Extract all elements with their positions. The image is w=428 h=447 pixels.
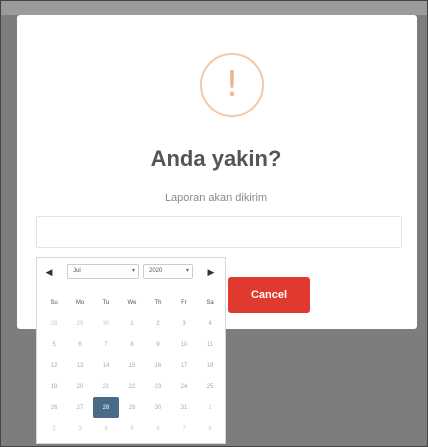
dialog-title: Anda yakin? — [150, 146, 282, 171]
calendar-day[interactable]: 6 — [145, 418, 171, 439]
calendar-day[interactable]: 30 — [145, 397, 171, 418]
weekday-label: Th — [154, 299, 162, 306]
weekday-label: Fr — [181, 299, 187, 306]
weekday-row: Su Mo Tu We Th Fr Sa — [41, 292, 223, 313]
calendar-day[interactable]: 28 — [41, 313, 67, 334]
calendar-day[interactable]: 29 — [119, 397, 145, 418]
cancel-button[interactable]: Cancel — [228, 277, 310, 313]
calendar-day[interactable]: 5 — [41, 334, 67, 355]
calendar-week: 2 3 4 5 6 7 8 — [41, 418, 223, 439]
calendar-day[interactable]: 30 — [93, 313, 119, 334]
calendar-day[interactable]: 23 — [145, 376, 171, 397]
calendar-day[interactable]: 9 — [145, 334, 171, 355]
weekday-label: We — [127, 299, 137, 306]
calendar-day[interactable]: 19 — [41, 376, 67, 397]
calendar-day[interactable]: 21 — [93, 376, 119, 397]
next-month-icon[interactable]: ▶ — [205, 265, 217, 279]
calendar-day[interactable]: 8 — [119, 334, 145, 355]
top-bar — [1, 1, 427, 15]
calendar-week: 12 13 14 15 16 17 18 — [41, 355, 223, 376]
date-picker: ◀ Jul ▾ 2020 ▾ ▶ Su Mo Tu We Th Fr Sa 28… — [36, 257, 226, 444]
calendar-week: 28 29 30 1 2 3 4 — [41, 313, 223, 334]
calendar-day[interactable]: 5 — [119, 418, 145, 439]
calendar-day[interactable]: 18 — [197, 355, 223, 376]
calendar-day[interactable]: 27 — [67, 397, 93, 418]
calendar-day[interactable]: 4 — [197, 313, 223, 334]
calendar-day[interactable]: 29 — [67, 313, 93, 334]
calendar-header: ◀ Jul ▾ 2020 ▾ ▶ — [37, 262, 225, 284]
calendar-day[interactable]: 26 — [41, 397, 67, 418]
calendar-day[interactable]: 13 — [67, 355, 93, 376]
calendar-day[interactable]: 15 — [119, 355, 145, 376]
month-select[interactable]: Jul ▾ — [67, 264, 139, 279]
weekday-label: Tu — [102, 299, 110, 306]
calendar-week: 19 20 21 22 23 24 25 — [41, 376, 223, 397]
page-backdrop: ! Anda yakin? Laporan akan dikirim Cance… — [0, 0, 428, 447]
prev-month-icon[interactable]: ◀ — [43, 265, 55, 279]
calendar-day[interactable]: 12 — [41, 355, 67, 376]
calendar-day[interactable]: 3 — [171, 313, 197, 334]
calendar-day[interactable]: 7 — [171, 418, 197, 439]
calendar-day[interactable]: 3 — [67, 418, 93, 439]
calendar-day[interactable]: 14 — [93, 355, 119, 376]
calendar-day[interactable]: 6 — [67, 334, 93, 355]
calendar-day[interactable]: 2 — [41, 418, 67, 439]
calendar-week: 26 27 28 29 30 31 1 — [41, 397, 223, 418]
warning-glyph: ! — [224, 64, 240, 105]
chevron-down-icon: ▾ — [131, 268, 135, 274]
calendar-day[interactable]: 25 — [197, 376, 223, 397]
year-value: 2020 — [149, 268, 163, 274]
calendar-day[interactable]: 7 — [93, 334, 119, 355]
month-value: Jul — [73, 268, 81, 274]
calendar-day[interactable]: 20 — [67, 376, 93, 397]
date-input[interactable] — [36, 216, 402, 248]
weekday-label: Su — [50, 299, 58, 306]
calendar-day[interactable]: 2 — [145, 313, 171, 334]
calendar-day[interactable]: 31 — [171, 397, 197, 418]
calendar-day[interactable]: 10 — [171, 334, 197, 355]
dialog-message: Laporan akan dikirim — [164, 192, 268, 204]
calendar-day[interactable]: 22 — [119, 376, 145, 397]
calendar-day-selected[interactable]: 28 — [93, 397, 119, 418]
calendar-day[interactable]: 1 — [197, 397, 223, 418]
calendar-day[interactable]: 16 — [145, 355, 171, 376]
calendar-day[interactable]: 8 — [197, 418, 223, 439]
calendar-day[interactable]: 17 — [171, 355, 197, 376]
calendar-day[interactable]: 24 — [171, 376, 197, 397]
weekday-label: Mo — [75, 299, 85, 306]
calendar-day[interactable]: 11 — [197, 334, 223, 355]
year-select[interactable]: 2020 ▾ — [143, 264, 193, 279]
calendar-week: 5 6 7 8 9 10 11 — [41, 334, 223, 355]
chevron-down-icon: ▾ — [185, 268, 189, 274]
weekday-label: Sa — [206, 299, 214, 306]
calendar-day[interactable]: 4 — [93, 418, 119, 439]
calendar-day[interactable]: 1 — [119, 313, 145, 334]
exclamation-circle-icon: ! — [200, 53, 264, 117]
